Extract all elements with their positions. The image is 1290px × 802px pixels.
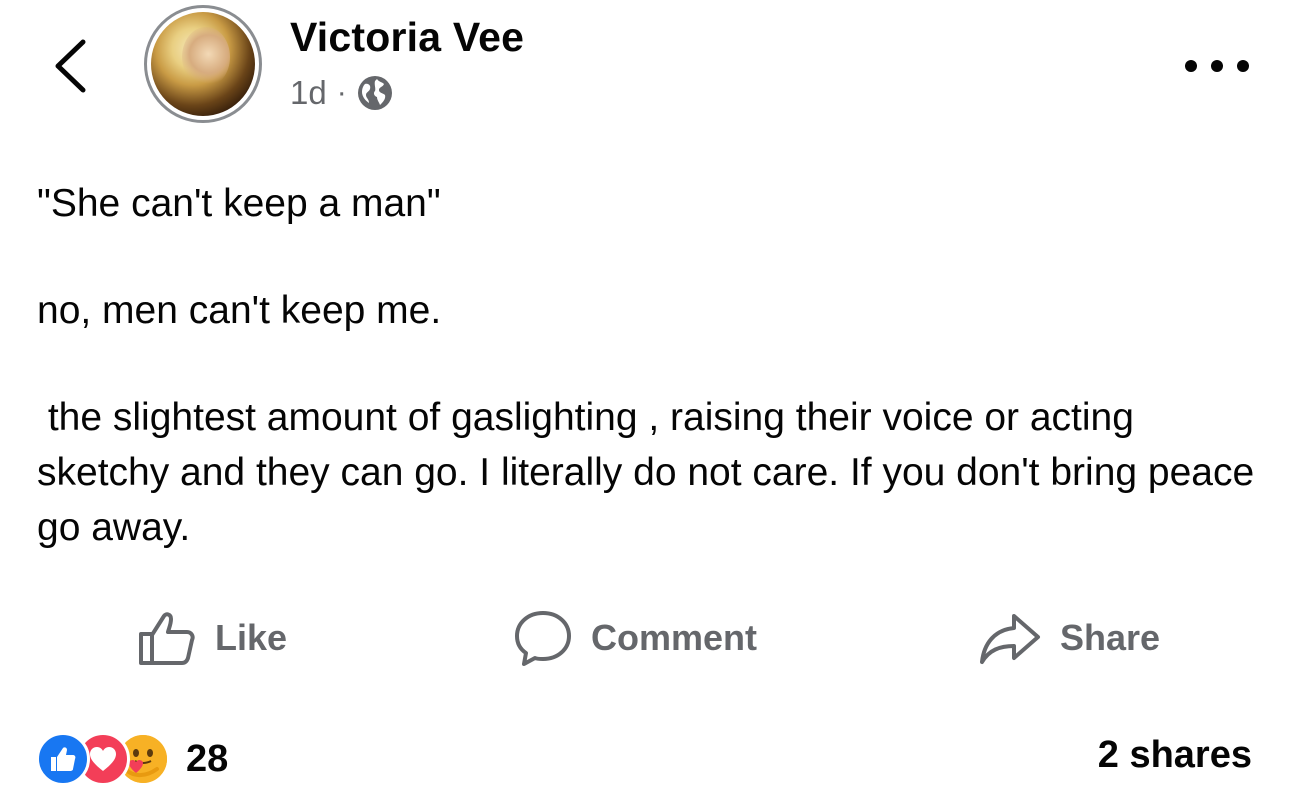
- like-reaction-icon: [36, 732, 90, 786]
- share-label: Share: [1060, 617, 1161, 658]
- chevron-left-icon: [55, 39, 86, 93]
- globe-icon[interactable]: [357, 75, 393, 111]
- avatar[interactable]: [144, 5, 262, 123]
- profile-photo: [151, 12, 255, 116]
- post-paragraph: "She can't keep a man": [37, 182, 441, 225]
- like-button[interactable]: Like: [137, 606, 287, 670]
- author-name[interactable]: Victoria Vee: [290, 14, 524, 61]
- share-button[interactable]: Share: [978, 606, 1160, 670]
- comment-button[interactable]: Comment: [513, 606, 757, 670]
- like-label: Like: [215, 617, 288, 658]
- comment-icon: [515, 611, 571, 666]
- comment-label: Comment: [591, 617, 758, 658]
- shares-count[interactable]: 2 shares: [1098, 734, 1252, 777]
- more-options-button[interactable]: [1185, 52, 1249, 80]
- thumbs-up-icon: [139, 612, 195, 665]
- more-horizontal-icon: [1185, 60, 1197, 72]
- meta-separator: ·: [336, 76, 347, 109]
- reaction-count: 28: [186, 737, 229, 780]
- post-text: "She can't keep a man" no, men can't kee…: [37, 176, 1267, 555]
- post-paragraph: no, men can't keep me.: [37, 289, 442, 332]
- share-arrow-icon: [980, 614, 1040, 664]
- reactions-summary[interactable]: 28: [36, 732, 228, 786]
- action-bar: Like Comment Share: [0, 606, 1290, 670]
- post-paragraph: the slightest amount of gaslighting , ra…: [37, 396, 1266, 549]
- back-button[interactable]: [50, 36, 90, 96]
- post-meta: 1d ·: [290, 74, 393, 112]
- post-timestamp[interactable]: 1d: [290, 74, 327, 112]
